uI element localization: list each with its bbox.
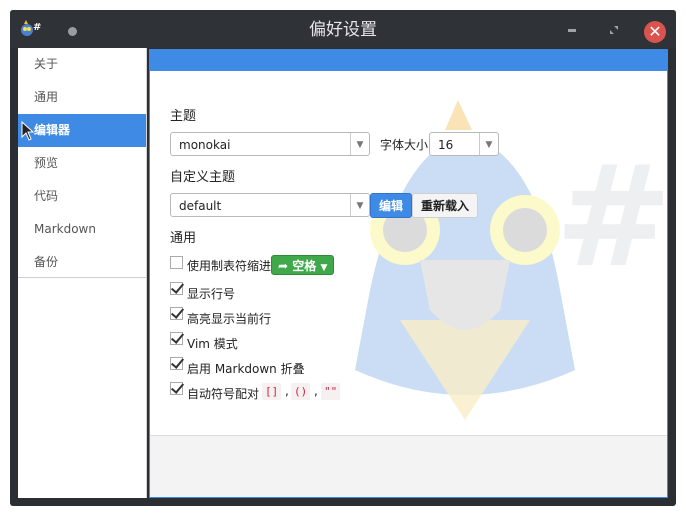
caret-down-icon: ▼ xyxy=(320,263,328,273)
pair-brackets-code: [] xyxy=(262,383,282,400)
custom-theme-title: 自定义主题 xyxy=(170,170,236,185)
font-size-value: 16 xyxy=(438,138,454,152)
font-size-select[interactable]: 16 ▼ xyxy=(429,132,499,156)
reload-theme-button[interactable]: 重新载入 xyxy=(412,193,478,218)
pair-parens-code: () xyxy=(291,383,311,400)
highlight-current-line-label: 高亮显示当前行 xyxy=(187,312,272,326)
pair-quotes-code: "" xyxy=(321,383,341,400)
indent-type-label: 空格 xyxy=(292,259,317,273)
auto-pair-label: 自动符号配对 xyxy=(187,387,260,401)
sidebar-item-about[interactable]: 关于 xyxy=(18,48,146,81)
panel-footer xyxy=(150,435,667,497)
minimize-icon[interactable] xyxy=(563,21,581,39)
editor-form: 主题 monokai ▼ 字体大小 16 ▼ 自定义主题 default ▼ 编… xyxy=(170,71,650,431)
highlight-current-line-checkbox[interactable] xyxy=(170,307,183,320)
custom-theme-value: default xyxy=(179,199,222,213)
panel-header xyxy=(150,50,667,71)
indent-type-button[interactable]: ➦ 空格 ▼ xyxy=(271,255,335,275)
sidebar-item-label: 编辑器 xyxy=(34,123,71,137)
vim-mode-checkbox[interactable] xyxy=(170,332,183,345)
chevron-down-icon: ▼ xyxy=(479,133,498,155)
sidebar-item-label: 通用 xyxy=(34,90,59,104)
chevron-down-icon: ▼ xyxy=(350,194,369,216)
theme-title: 主题 xyxy=(170,109,197,124)
tab-indent-label: 使用制表符缩进 xyxy=(187,259,272,273)
sidebar-item-label: 备份 xyxy=(34,255,59,269)
sidebar-item-label: 关于 xyxy=(34,57,59,71)
sidebar-list: 关于 通用 编辑器 预览 代码 Markdown 备份 xyxy=(18,48,146,278)
custom-theme-select[interactable]: default ▼ xyxy=(170,193,370,217)
markdown-folding-checkbox[interactable] xyxy=(170,357,183,370)
share-arrow-icon: ➦ xyxy=(278,259,289,273)
title-bar[interactable]: # 偏好设置 ✕ xyxy=(10,10,676,48)
tab-indent-checkbox[interactable] xyxy=(170,256,183,269)
sidebar-item-backup[interactable]: 备份 xyxy=(18,246,146,279)
theme-select-value: monokai xyxy=(179,138,231,152)
font-size-label: 字体大小 xyxy=(380,138,429,152)
close-icon[interactable]: ✕ xyxy=(644,21,666,43)
mouse-cursor-icon xyxy=(21,121,35,141)
show-line-numbers-checkbox[interactable] xyxy=(170,282,183,295)
sidebar-item-label: Markdown xyxy=(34,222,96,236)
sidebar-item-code[interactable]: 代码 xyxy=(18,180,146,213)
sidebar-item-preview[interactable]: 预览 xyxy=(18,147,146,180)
auto-pair-checkbox[interactable] xyxy=(170,382,183,395)
show-line-numbers-label: 显示行号 xyxy=(187,287,236,301)
vim-mode-label: Vim 模式 xyxy=(187,337,238,351)
markdown-folding-label: 启用 Markdown 折叠 xyxy=(187,362,305,376)
sidebar-item-markdown[interactable]: Markdown xyxy=(18,213,146,246)
pair-separator: , xyxy=(314,384,318,398)
maximize-icon[interactable] xyxy=(605,21,623,39)
preferences-window: # 偏好设置 ✕ 关于 通用 编辑器 预览 代码 Markdown 备份 # 主… xyxy=(10,10,676,506)
sidebar-item-label: 代码 xyxy=(34,189,59,203)
general-title: 通用 xyxy=(170,231,197,246)
theme-select[interactable]: monokai ▼ xyxy=(170,132,370,156)
sidebar-item-label: 预览 xyxy=(34,156,59,170)
chevron-down-icon: ▼ xyxy=(350,133,369,155)
pair-separator: , xyxy=(285,384,289,398)
sidebar-item-editor[interactable]: 编辑器 xyxy=(18,114,146,147)
sidebar: 关于 通用 编辑器 预览 代码 Markdown 备份 xyxy=(18,48,147,498)
sidebar-item-general[interactable]: 通用 xyxy=(18,81,146,114)
editor-settings-panel: # 主题 monokai ▼ 字体大小 16 ▼ 自定义主题 default ▼… xyxy=(149,49,668,498)
edit-theme-button[interactable]: 编辑 xyxy=(370,193,412,218)
